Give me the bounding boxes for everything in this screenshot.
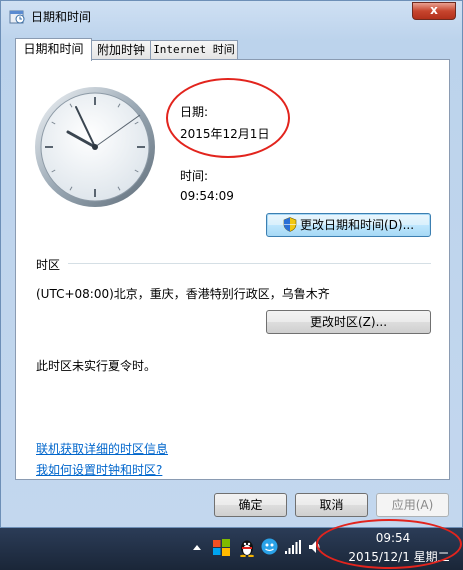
change-date-time-label: 更改日期和时间(D)... <box>299 218 415 232</box>
ok-button[interactable]: 确定 <box>214 493 287 517</box>
date-time-dialog: 日期和时间 x 日期和时间 附加时钟 Internet 时间 日期: 2015年… <box>0 0 463 528</box>
network-signal-icon[interactable] <box>285 540 301 554</box>
tab-panel: 日期: 2015年12月1日 时间: 09:54:09 更改日期和时间(D)..… <box>15 59 450 480</box>
date-value: 2015年12月1日 <box>180 127 270 141</box>
clock-app-icon <box>9 10 25 24</box>
time-value: 09:54:09 <box>180 189 234 203</box>
timezone-value: (UTC+08:00)北京，重庆，香港特别行政区，乌鲁木齐 <box>36 287 330 301</box>
apply-button[interactable]: 应用(A) <box>376 493 449 517</box>
window-title: 日期和时间 <box>31 10 92 24</box>
online-timezone-info-link[interactable]: 联机获取详细的时区信息 <box>36 440 168 457</box>
how-to-set-clock-link[interactable]: 我如何设置时钟和时区? <box>36 461 162 478</box>
uac-shield-icon <box>283 217 297 232</box>
app-ball-icon[interactable] <box>261 538 278 555</box>
dst-note: 此时区未实行夏令时。 <box>36 359 157 373</box>
timezone-section-label: 时区 <box>36 258 61 272</box>
tab-additional-clocks[interactable]: 附加时钟 <box>91 40 151 59</box>
date-label: 日期: <box>180 105 209 119</box>
tab-internet-time[interactable]: Internet 时间 <box>150 40 238 59</box>
cancel-button[interactable]: 取消 <box>295 493 368 517</box>
title-bar[interactable]: 日期和时间 x <box>1 1 462 31</box>
analog-clock-icon <box>35 87 155 207</box>
close-icon: x <box>430 3 438 17</box>
change-date-time-button[interactable]: 更改日期和时间(D)... <box>266 213 431 237</box>
annotation-circle-taskbar-clock <box>316 519 462 569</box>
qq-penguin-icon[interactable] <box>238 537 256 557</box>
change-timezone-button[interactable]: 更改时区(Z)... <box>266 310 431 334</box>
show-hidden-arrow-icon[interactable] <box>192 543 202 551</box>
time-label: 时间: <box>180 169 209 183</box>
close-button[interactable]: x <box>412 2 456 20</box>
windows-flag-icon[interactable] <box>213 539 230 556</box>
tab-date-time[interactable]: 日期和时间 <box>15 38 92 61</box>
timezone-divider <box>68 263 431 264</box>
